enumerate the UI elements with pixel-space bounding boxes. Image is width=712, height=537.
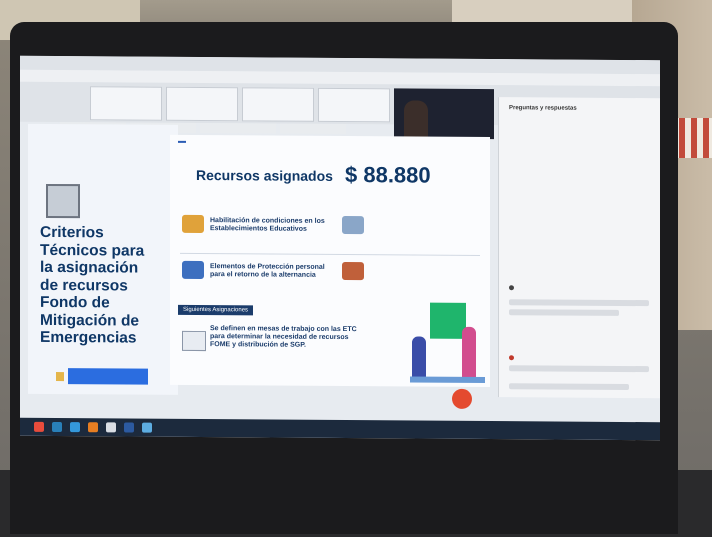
criteria-line: Mitigación de bbox=[40, 311, 140, 330]
browser-tab[interactable] bbox=[200, 123, 276, 134]
resources-amount: $ 88.880 bbox=[345, 162, 431, 188]
app-icon[interactable] bbox=[34, 421, 44, 432]
app-icon[interactable] bbox=[88, 422, 98, 433]
criteria-title: Criterios Técnicos para la asignación de… bbox=[40, 224, 180, 347]
avatar bbox=[509, 355, 514, 361]
graduation-icon bbox=[182, 260, 204, 280]
chat-message bbox=[509, 383, 629, 391]
video-person bbox=[404, 100, 428, 139]
participant-thumb[interactable] bbox=[166, 86, 238, 122]
desk bbox=[410, 376, 485, 384]
government-logo bbox=[68, 368, 148, 385]
student-figure bbox=[412, 336, 426, 379]
chat-message bbox=[509, 365, 649, 373]
qa-panel: Preguntas y respuestas bbox=[498, 97, 660, 399]
next-allocations-tag: Siguientes Asignaciones bbox=[178, 304, 254, 316]
resources-title: Recursos asignados bbox=[196, 166, 333, 184]
teacher-figure bbox=[462, 326, 476, 379]
browser-tab[interactable] bbox=[280, 123, 346, 135]
participant-thumb[interactable] bbox=[90, 86, 162, 121]
bottom-text: Se definen en mesas de trabajo con las E… bbox=[210, 325, 357, 349]
item-text: Elementos de Protección personal para el… bbox=[210, 263, 325, 279]
bottom-note bbox=[210, 365, 370, 366]
qa-title: Preguntas y respuestas bbox=[509, 105, 577, 112]
classroom-illustration bbox=[410, 296, 485, 387]
criteria-line: Fondo de bbox=[40, 293, 110, 312]
item-detail bbox=[368, 258, 488, 259]
presentation-slide: Recursos asignados $ 88.880 Habilitación… bbox=[170, 134, 490, 388]
record-button[interactable] bbox=[452, 388, 472, 409]
participant-thumb[interactable] bbox=[318, 87, 390, 123]
document-icon bbox=[46, 183, 80, 219]
criteria-line: de recursos bbox=[40, 276, 128, 295]
criteria-line: Técnicos para bbox=[40, 241, 145, 260]
criteria-line: Emergencias bbox=[40, 328, 137, 347]
divider bbox=[180, 252, 480, 256]
video-feed bbox=[394, 88, 494, 140]
item-detail bbox=[368, 212, 488, 213]
people-icon bbox=[342, 262, 364, 281]
slide-side-panel: Criterios Técnicos para la asignación de… bbox=[28, 123, 180, 395]
app-icon[interactable] bbox=[52, 421, 62, 433]
app-icon[interactable] bbox=[70, 422, 80, 433]
tools-icon bbox=[182, 214, 204, 234]
participant-thumb[interactable] bbox=[242, 87, 314, 122]
chat-message bbox=[509, 309, 619, 316]
laptop-screen: Criterios Técnicos para la asignación de… bbox=[20, 55, 660, 441]
app-icon[interactable] bbox=[106, 422, 116, 433]
calendar-icon bbox=[182, 330, 206, 352]
item-text: Habilitación de condiciones en los Estab… bbox=[210, 217, 325, 233]
chalkboard bbox=[430, 302, 466, 339]
app-icon[interactable] bbox=[142, 422, 152, 433]
criteria-line: la asignación bbox=[40, 258, 139, 277]
slide-tag bbox=[178, 140, 186, 143]
school-icon bbox=[342, 216, 364, 235]
app-icon[interactable] bbox=[124, 422, 134, 433]
coat-of-arms-icon bbox=[56, 372, 64, 382]
criteria-line: Criterios bbox=[40, 223, 104, 242]
chat-message bbox=[509, 299, 649, 307]
avatar bbox=[509, 285, 514, 291]
